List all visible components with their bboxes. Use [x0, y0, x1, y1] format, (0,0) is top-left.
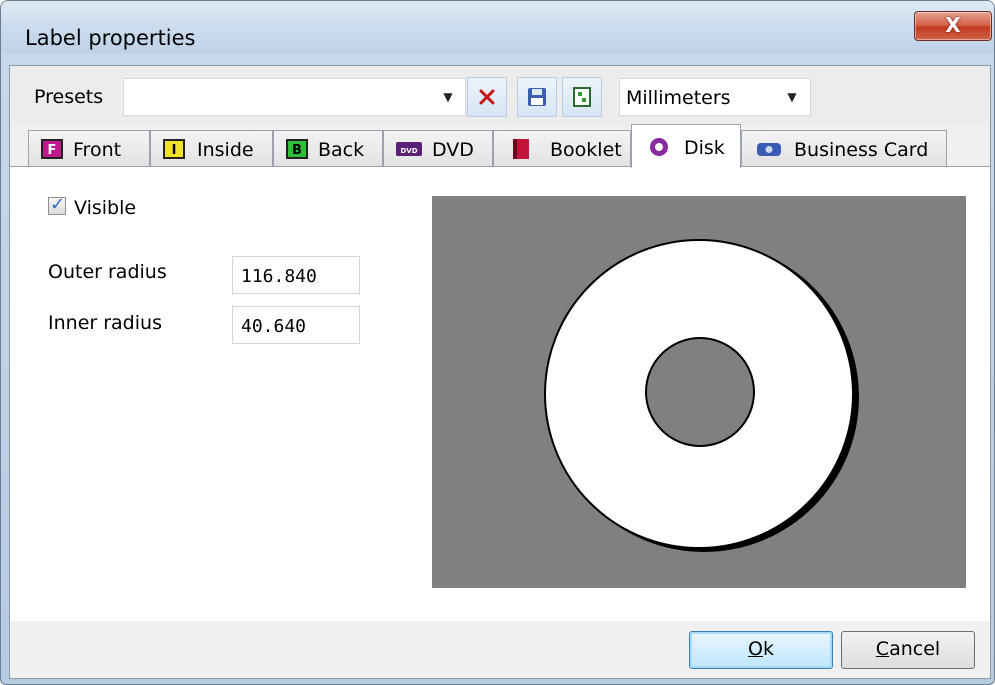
tab-disk-label: Disk: [684, 137, 725, 159]
dialog-client-area: Presets ▼ Millimeters ▼ F Front I Inside…: [9, 65, 991, 679]
disk-inner-hole: [645, 337, 755, 447]
tab-front-label: Front: [73, 139, 122, 161]
svg-text:F: F: [48, 143, 57, 158]
inside-icon: I: [163, 139, 185, 159]
save-preset-button[interactable]: [517, 77, 557, 117]
layout-preset-button[interactable]: [562, 77, 602, 117]
svg-text:B: B: [292, 143, 302, 158]
tab-disk[interactable]: Disk: [631, 124, 741, 168]
booklet-icon: [513, 139, 529, 159]
disk-preview: [432, 196, 966, 588]
presets-toolbar: Presets ▼ Millimeters ▼: [10, 66, 990, 126]
window-title: Label properties: [25, 26, 196, 50]
inner-radius-input[interactable]: 40.640: [232, 306, 360, 344]
delete-icon: [479, 89, 495, 105]
chevron-down-icon[interactable]: ▼: [436, 79, 460, 115]
cancel-button[interactable]: Cancel: [841, 631, 975, 669]
tab-dvd-label: DVD: [432, 139, 474, 161]
disk-tab-panel: ✓ Visible Outer radius 116.840 Inner rad…: [10, 166, 990, 621]
label-properties-window: Label properties X Presets ▼ Millimeters…: [0, 0, 995, 685]
ok-button[interactable]: Ok: [689, 631, 833, 669]
title-bar[interactable]: Label properties X: [1, 1, 994, 53]
tab-booklet-label: Booklet: [550, 139, 622, 161]
front-icon: F: [41, 139, 63, 159]
inner-radius-value: 40.640: [241, 316, 307, 337]
tab-inside-label: Inside: [197, 139, 254, 161]
cancel-label-rest: ancel: [889, 638, 941, 660]
layout-icon: [573, 87, 591, 107]
ok-label-rest: k: [762, 638, 774, 660]
checkmark-icon: ✓: [50, 194, 66, 215]
visible-checkbox[interactable]: ✓: [48, 194, 66, 215]
save-icon: [528, 88, 546, 106]
tab-back[interactable]: B Back: [273, 130, 383, 166]
tab-business-card[interactable]: Business Card: [741, 130, 947, 166]
svg-text:I: I: [172, 143, 177, 158]
tab-back-label: Back: [318, 139, 365, 161]
ok-mnemonic: O: [748, 638, 763, 660]
units-combo[interactable]: Millimeters ▼: [619, 78, 811, 116]
back-icon: B: [286, 139, 308, 159]
tab-dvd[interactable]: DVD DVD: [383, 130, 493, 166]
dvd-icon: DVD: [396, 142, 422, 156]
outer-radius-label: Outer radius: [48, 261, 167, 283]
svg-text:DVD: DVD: [400, 147, 417, 155]
tab-front[interactable]: F Front: [28, 130, 150, 166]
outer-radius-input[interactable]: 116.840: [232, 256, 360, 294]
presets-combo[interactable]: ▼: [123, 78, 466, 116]
cancel-mnemonic: C: [875, 638, 890, 660]
inner-radius-label: Inner radius: [48, 312, 162, 334]
tab-inside[interactable]: I Inside: [150, 130, 273, 166]
visible-label[interactable]: Visible: [74, 197, 136, 219]
presets-label: Presets: [34, 86, 104, 108]
disk-preview-canvas: [544, 239, 859, 552]
delete-preset-button[interactable]: [467, 77, 507, 117]
business-card-icon: [757, 143, 781, 156]
close-icon: X: [945, 13, 961, 37]
units-value: Millimeters: [626, 87, 731, 109]
disk-icon: [650, 138, 668, 156]
chevron-down-icon[interactable]: ▼: [780, 79, 804, 115]
tab-business-card-label: Business Card: [794, 139, 929, 161]
close-button[interactable]: X: [914, 11, 992, 41]
outer-radius-value: 116.840: [241, 266, 317, 287]
tab-booklet[interactable]: Booklet: [493, 130, 631, 166]
